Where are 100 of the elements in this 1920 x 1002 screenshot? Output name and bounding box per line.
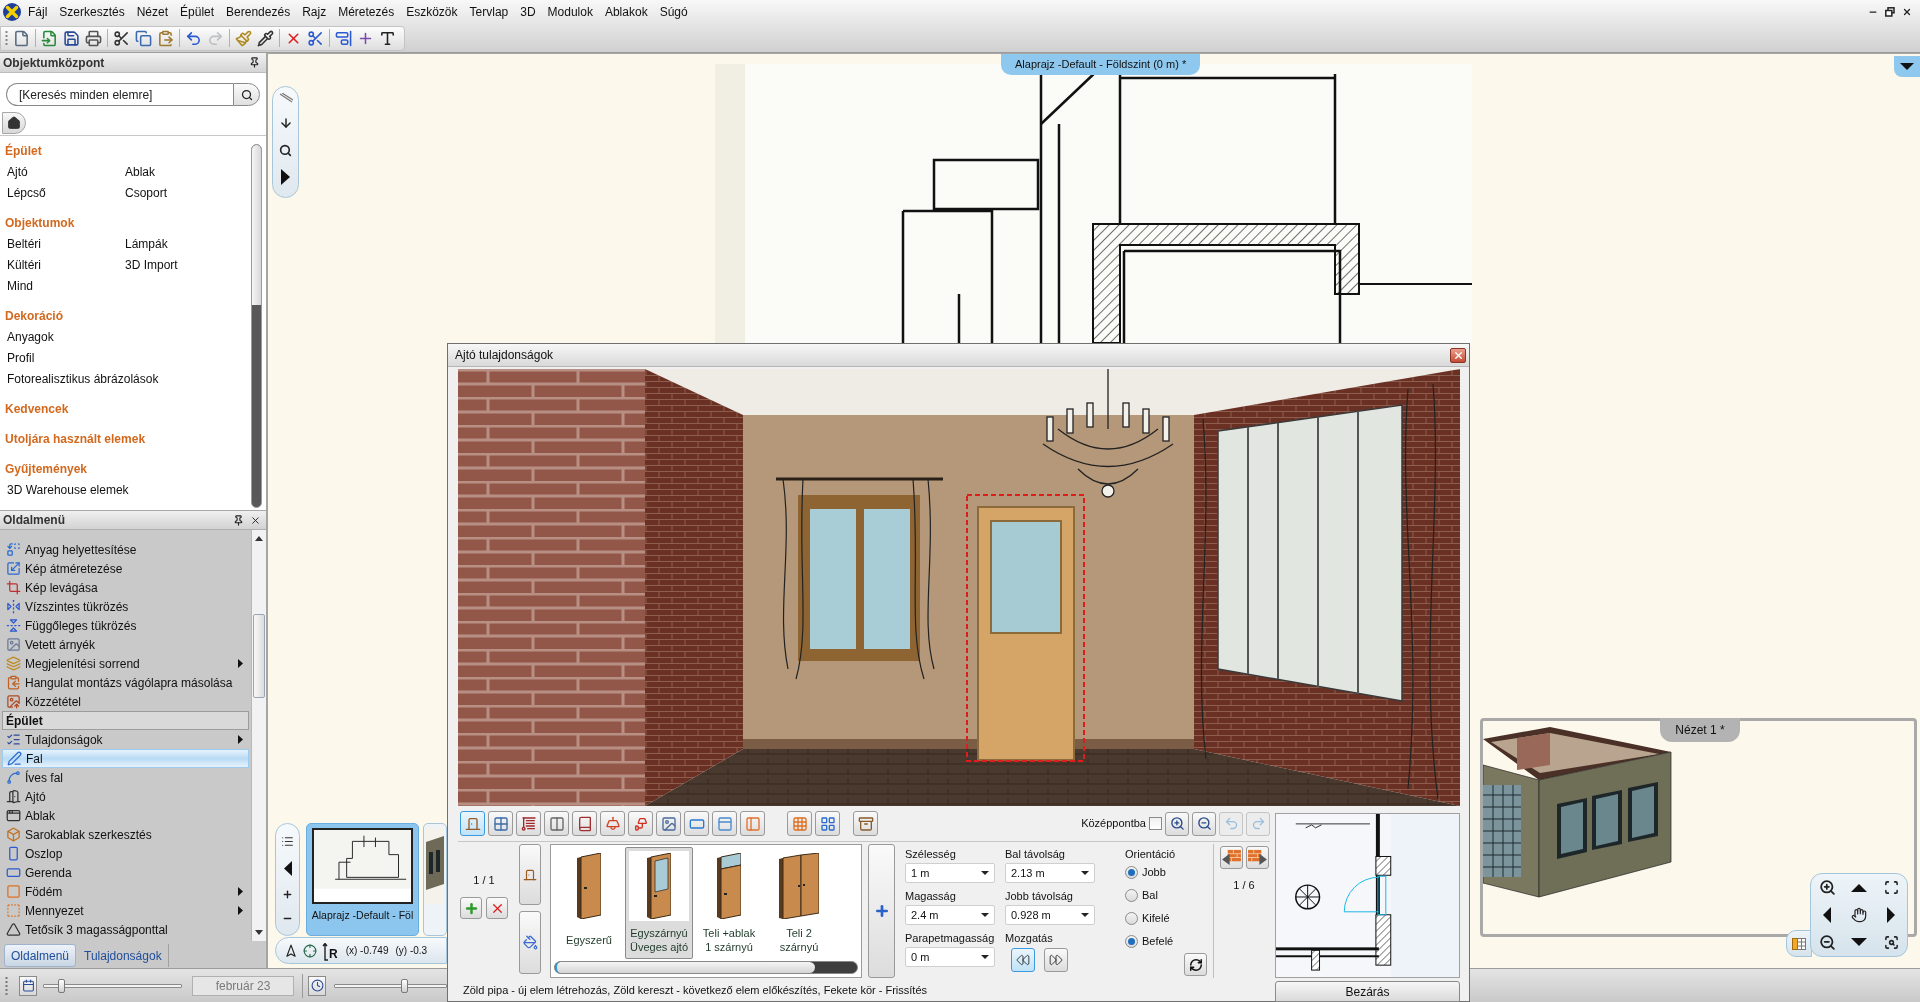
menu-item[interactable]: Gerenda bbox=[2, 863, 249, 882]
close-icon[interactable] bbox=[1902, 7, 1912, 18]
scrollbar[interactable] bbox=[251, 530, 266, 941]
search-icon[interactable] bbox=[279, 143, 292, 157]
scroll-up-icon[interactable] bbox=[255, 536, 263, 541]
menu-item[interactable]: Megjelenítési sorrend bbox=[2, 654, 249, 673]
restore-icon[interactable] bbox=[1885, 7, 1895, 18]
door-type-item[interactable]: Teli +ablak 1 szárnyú bbox=[695, 847, 763, 959]
category-button[interactable] bbox=[460, 811, 485, 836]
add-door-button[interactable] bbox=[868, 844, 895, 978]
height-dropdown[interactable]: 2.4 m bbox=[905, 905, 995, 925]
category-link[interactable]: 3D Warehouse elemek bbox=[7, 480, 129, 499]
time-slider[interactable] bbox=[334, 977, 447, 994]
menu-item[interactable]: Födém bbox=[2, 882, 249, 901]
category-button[interactable] bbox=[572, 811, 597, 836]
menu-item[interactable]: Fal bbox=[2, 749, 249, 768]
menu-item[interactable]: Függőleges tükrözés bbox=[2, 616, 249, 635]
relative-coordinates-button[interactable]: R bbox=[322, 940, 338, 961]
section-heading[interactable]: Dekoráció bbox=[5, 306, 64, 325]
door-type-item[interactable]: Egyszárnyú Üveges ajtó bbox=[625, 847, 693, 959]
category-button[interactable] bbox=[488, 811, 513, 836]
view-thumbnail[interactable]: Alaprajz -Default - Föl bbox=[306, 823, 419, 936]
radio-button[interactable] bbox=[1125, 912, 1138, 925]
category-link[interactable]: 3D Import bbox=[125, 255, 178, 274]
triangle-right-icon[interactable] bbox=[281, 169, 290, 185]
menu-item[interactable]: Mennyezet bbox=[2, 901, 249, 920]
radio-option[interactable]: Bal bbox=[1125, 884, 1158, 907]
app-logo-icon[interactable] bbox=[3, 3, 21, 22]
next-wall-button[interactable] bbox=[1245, 846, 1269, 869]
scrollbar-thumb[interactable] bbox=[252, 145, 261, 305]
section-heading[interactable]: Utoljára használt elemek bbox=[5, 429, 146, 448]
menu-item[interactable]: 3D bbox=[514, 2, 542, 23]
floor-plan-tab[interactable]: Alaprajz -Default - Földszint (0 m) * bbox=[1001, 54, 1201, 75]
category-link[interactable]: Ablak bbox=[125, 162, 156, 181]
triangle-right-icon[interactable] bbox=[1887, 907, 1895, 923]
color-scheme-button[interactable] bbox=[1786, 930, 1812, 957]
scrollbar-thumb[interactable] bbox=[253, 614, 265, 698]
category-link[interactable]: Anyagok bbox=[7, 327, 54, 346]
category-link[interactable]: Ajtó bbox=[7, 162, 28, 181]
menu-item[interactable]: Kép átméretezése bbox=[2, 559, 249, 578]
menu-item[interactable]: Szerkesztés bbox=[53, 2, 131, 23]
new-document-icon[interactable] bbox=[13, 29, 30, 47]
section-heading[interactable]: Kedvencek bbox=[5, 399, 69, 418]
sill-height-dropdown[interactable]: 0 m bbox=[905, 947, 995, 967]
zoom-window-icon[interactable] bbox=[1883, 934, 1899, 950]
crosshair-icon[interactable] bbox=[303, 943, 317, 958]
radio-button[interactable] bbox=[1125, 889, 1138, 902]
radio-button[interactable] bbox=[1125, 935, 1138, 948]
undo-icon[interactable] bbox=[185, 29, 202, 47]
section-heading[interactable]: Objektumok bbox=[5, 213, 75, 232]
radio-button[interactable] bbox=[1125, 866, 1138, 879]
category-button[interactable] bbox=[600, 811, 625, 836]
category-link[interactable]: Kültéri bbox=[7, 255, 41, 274]
panel-tab[interactable]: Oldalmenü bbox=[4, 944, 77, 967]
radio-option[interactable]: Befelé bbox=[1125, 930, 1174, 953]
door-style-button[interactable] bbox=[519, 844, 541, 905]
home-button[interactable] bbox=[2, 111, 26, 134]
view-button[interactable] bbox=[1192, 811, 1216, 836]
pin-icon[interactable] bbox=[249, 57, 260, 68]
scissors-icon[interactable] bbox=[307, 29, 324, 47]
previous-wall-button[interactable] bbox=[1219, 846, 1243, 869]
menu-item[interactable]: Eszközök bbox=[400, 2, 464, 23]
menu-item[interactable]: Nézet bbox=[130, 2, 175, 23]
menu-item[interactable]: Anyag helyettesítése bbox=[2, 540, 249, 559]
date-slider[interactable] bbox=[43, 977, 182, 994]
plus-icon[interactable] bbox=[282, 889, 293, 901]
group-header[interactable]: Épület bbox=[2, 711, 249, 730]
list-icon[interactable] bbox=[281, 834, 294, 848]
text-icon[interactable] bbox=[379, 29, 396, 47]
category-button[interactable] bbox=[853, 811, 878, 836]
menu-item[interactable]: Súgó bbox=[653, 2, 694, 23]
menu-item[interactable]: Rajz bbox=[296, 2, 333, 23]
print-icon[interactable] bbox=[85, 29, 102, 47]
view-button[interactable] bbox=[1165, 811, 1189, 836]
door-type-item[interactable]: Teli 2 szárnyú bbox=[765, 847, 833, 959]
close-dialog-button[interactable]: Bezárás bbox=[1275, 981, 1460, 1002]
hand-icon[interactable] bbox=[1851, 907, 1867, 923]
menu-item[interactable]: Sarokablak szerkesztés bbox=[2, 825, 249, 844]
grip-icon[interactable] bbox=[278, 93, 293, 103]
category-link[interactable]: Mind bbox=[7, 276, 33, 295]
category-button[interactable] bbox=[656, 811, 681, 836]
category-button[interactable] bbox=[815, 811, 840, 836]
add-button[interactable] bbox=[460, 897, 482, 919]
menu-item[interactable]: Ajtó bbox=[2, 787, 249, 806]
category-button[interactable] bbox=[516, 811, 541, 836]
category-button[interactable] bbox=[628, 811, 653, 836]
scrollbar-thumb[interactable] bbox=[555, 962, 815, 973]
refresh-button[interactable] bbox=[1184, 953, 1207, 976]
close-icon[interactable] bbox=[250, 514, 261, 526]
search-button[interactable] bbox=[233, 83, 260, 106]
menu-item[interactable]: Kép levágása bbox=[2, 578, 249, 597]
section-heading[interactable]: Épület bbox=[5, 141, 42, 160]
menu-item[interactable]: Tetősík 3 magasságponttal bbox=[2, 920, 249, 939]
left-distance-dropdown[interactable]: 2.13 m bbox=[1005, 863, 1095, 883]
delete-button[interactable] bbox=[486, 897, 508, 919]
category-button[interactable] bbox=[544, 811, 569, 836]
save-icon[interactable] bbox=[63, 29, 80, 47]
menu-item[interactable]: Hangulat montázs vágólapra másolása bbox=[2, 673, 249, 692]
zoom-out-icon[interactable] bbox=[1818, 933, 1836, 951]
view-tab[interactable]: Nézet 1 * bbox=[1660, 718, 1740, 742]
